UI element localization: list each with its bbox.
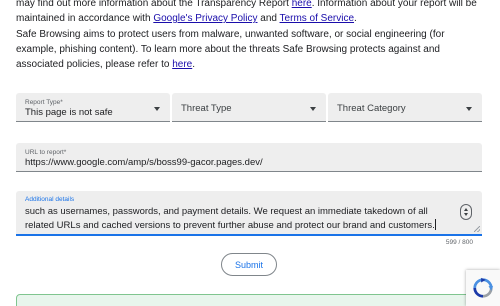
url-input[interactable]: URL to report* https://www.google.com/am…	[16, 143, 482, 172]
safe-browsing-paragraph: Safe Browsing aims to protect users from…	[16, 27, 486, 72]
policies-here-link[interactable]: here	[172, 59, 192, 70]
character-counter: 599 / 800	[445, 239, 473, 246]
threat-type-placeholder: Threat Type	[181, 103, 232, 114]
resize-handle-icon[interactable]	[474, 226, 480, 232]
text-cursor	[434, 219, 436, 230]
report-type-select[interactable]: Report Type* This page is not safe	[16, 93, 170, 122]
report-type-value: This page is not safe	[25, 107, 113, 118]
threat-category-placeholder: Threat Category	[337, 103, 406, 114]
additional-details-text[interactable]: such as usernames, passwords, and paymen…	[25, 205, 455, 233]
intro-text: .	[354, 13, 357, 24]
recaptcha-badge[interactable]	[466, 270, 500, 306]
submit-button[interactable]: Submit	[221, 253, 277, 276]
about-text: Safe Browsing aims to protect users from…	[16, 29, 445, 70]
chevron-down-icon	[310, 107, 316, 111]
number-spinner-icon[interactable]	[460, 204, 472, 220]
report-type-label: Report Type*	[25, 99, 63, 106]
url-value[interactable]: https://www.google.com/amp/s/boss99-gaco…	[25, 157, 263, 168]
status-banner	[16, 294, 486, 306]
additional-details-textarea[interactable]: Additional details such as usernames, pa…	[16, 191, 482, 236]
additional-details-value: such as usernames, passwords, and paymen…	[25, 206, 435, 231]
about-text: .	[192, 59, 195, 70]
transparency-paragraph: may find out more information about the …	[16, 0, 486, 26]
transparency-here-link[interactable]: here	[292, 0, 312, 9]
additional-details-label: Additional details	[25, 196, 75, 203]
threat-type-select[interactable]: Threat Type	[172, 93, 326, 122]
chevron-down-icon	[466, 107, 472, 111]
intro-text: may find out more information about the …	[16, 0, 292, 9]
recaptcha-icon	[473, 277, 494, 298]
privacy-policy-link[interactable]: Google's Privacy Policy	[153, 13, 257, 24]
terms-of-service-link[interactable]: Terms of Service	[280, 13, 354, 24]
chevron-down-icon	[154, 107, 160, 111]
intro-text: and	[257, 13, 280, 24]
threat-category-select[interactable]: Threat Category	[328, 93, 482, 122]
url-label: URL to report*	[25, 149, 67, 156]
